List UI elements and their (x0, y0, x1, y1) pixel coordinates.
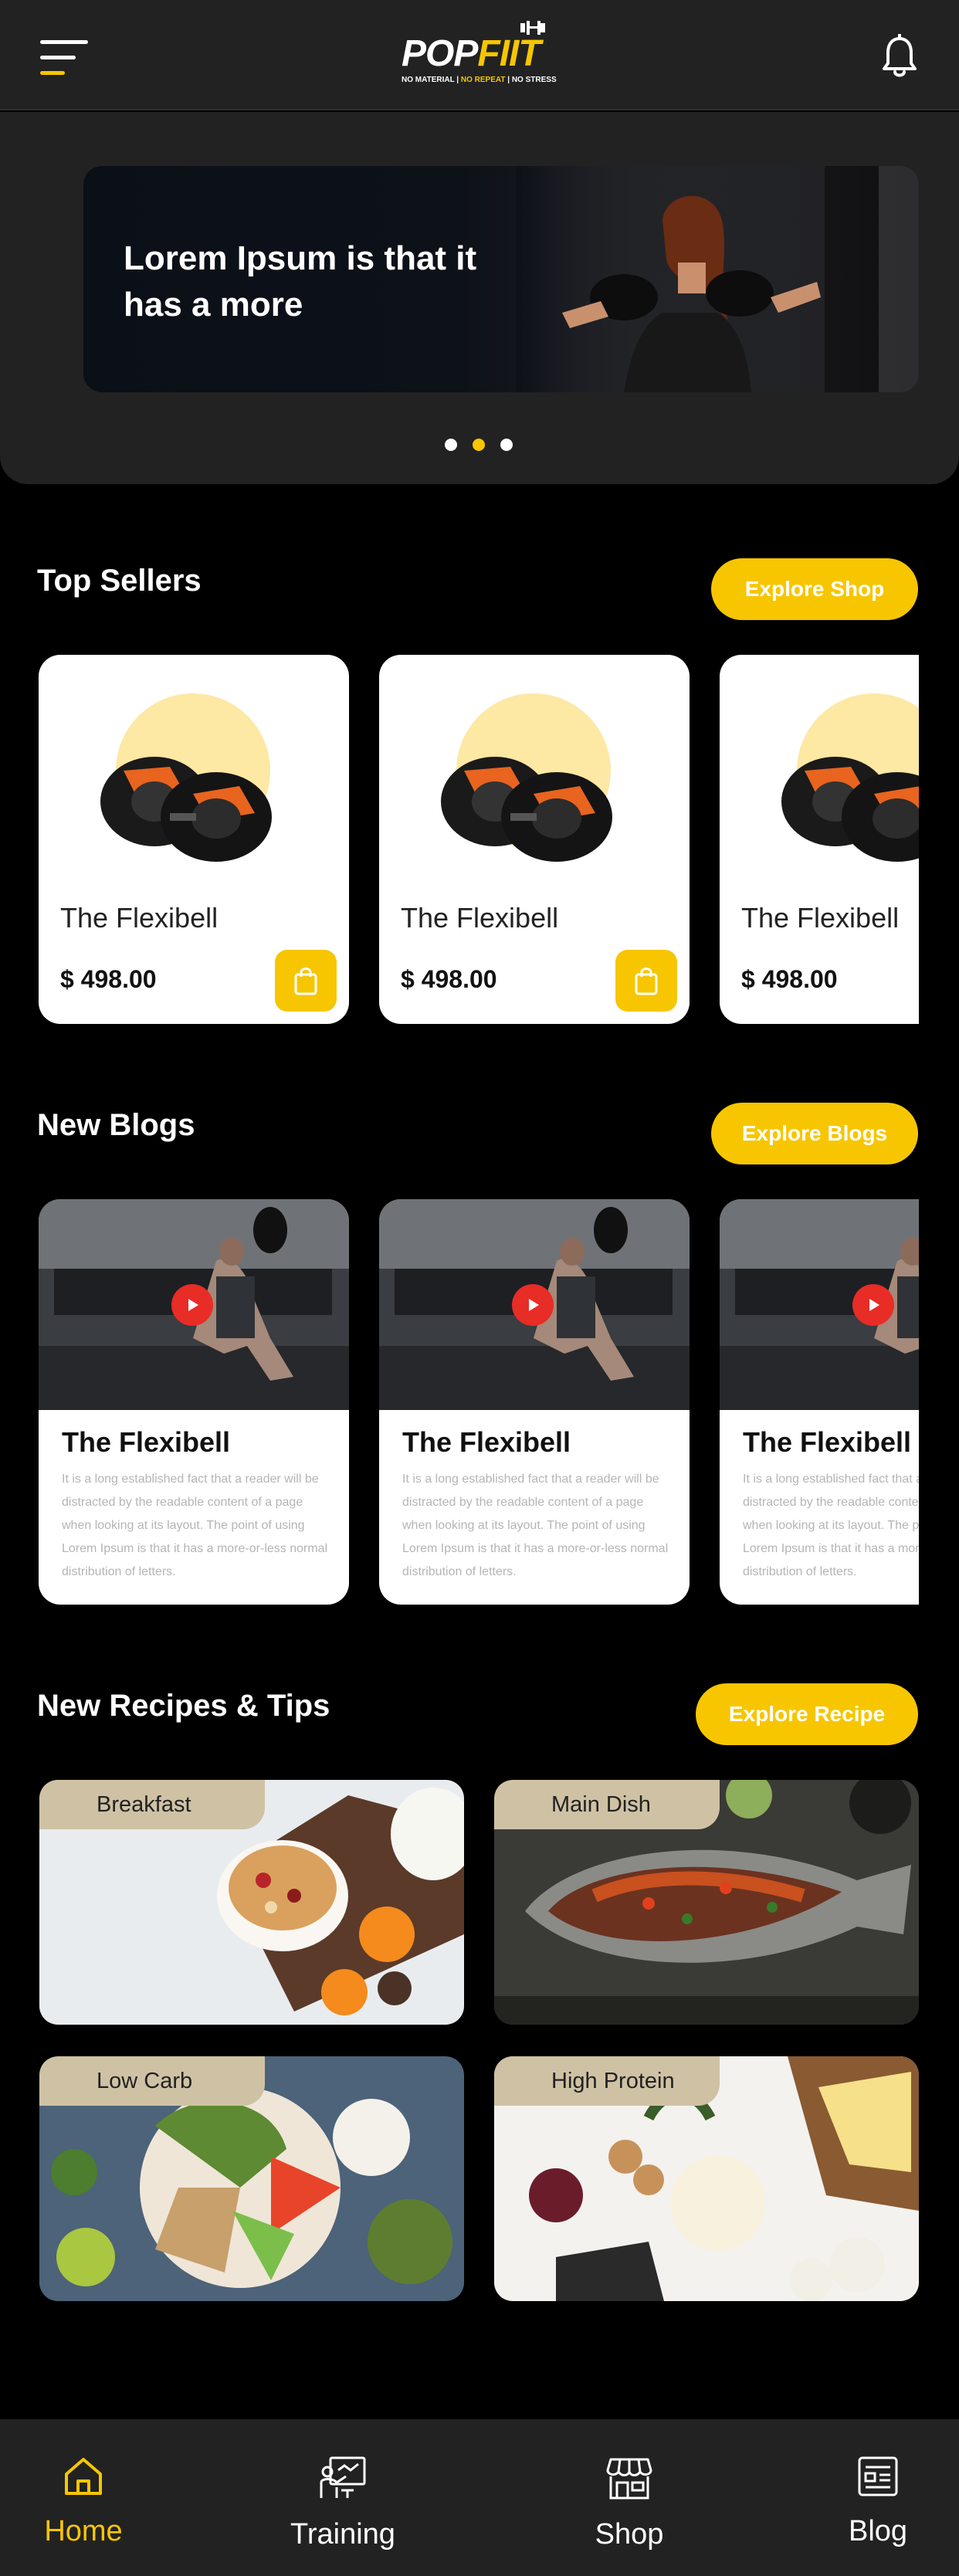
product-price: $ 498.00 (60, 965, 157, 993)
recipe-card-main-dish[interactable]: Main Dish (494, 1780, 919, 2025)
carousel-dots (445, 439, 522, 454)
product-card[interactable]: The Flexibell $ 498.00 (720, 655, 919, 1024)
carousel-dot-3[interactable] (500, 439, 513, 451)
explore-blogs-button[interactable]: Explore Blogs (711, 1103, 918, 1164)
product-card[interactable]: The Flexibell $ 498.00 (39, 655, 349, 1024)
explore-recipe-button[interactable]: Explore Recipe (696, 1683, 918, 1745)
new-blogs-title: New Blogs (37, 1108, 195, 1142)
play-icon (529, 1299, 539, 1311)
blog-title: The Flexibell (62, 1426, 231, 1458)
product-name: The Flexibell (741, 902, 900, 934)
tagline-part-1: NO MATERIAL | (402, 76, 461, 84)
home-icon (65, 2458, 102, 2495)
recipe-tag: High Protein (494, 2056, 720, 2106)
explore-shop-button[interactable]: Explore Shop (711, 558, 918, 620)
recipe-tag: Breakfast (39, 1780, 265, 1829)
blog-excerpt: It is a long established fact that a rea… (743, 1473, 919, 1578)
add-to-cart-button[interactable] (275, 950, 337, 1012)
blog-card[interactable]: The Flexibell It is a long established f… (39, 1199, 349, 1605)
hamburger-menu-icon[interactable] (40, 39, 90, 76)
blog-title: The Flexibell (402, 1426, 571, 1458)
blog-excerpt: It is a long established fact that a rea… (62, 1473, 328, 1578)
blog-icon (858, 2456, 898, 2496)
recipe-card-low-carb[interactable]: Low Carb (39, 2056, 464, 2301)
blog-title: The Flexibell (743, 1426, 912, 1458)
play-button[interactable] (171, 1284, 213, 1326)
play-icon (188, 1299, 198, 1311)
shopping-bag-icon (635, 968, 658, 995)
carousel-dot-1[interactable] (445, 439, 457, 451)
banner-title: Lorem Ipsum is that it has a more (124, 239, 477, 324)
product-carousel[interactable]: The Flexibell $ 498.00 The Flexibell $ 4… (39, 655, 919, 1024)
popfiit-logo: POPFIIT NO MATERIAL | NO REPEAT | NO STR… (402, 19, 564, 92)
product-name: The Flexibell (60, 902, 219, 934)
boxer-photo (516, 166, 919, 392)
nav-item-blog[interactable]: Blog (801, 2453, 955, 2561)
training-icon (320, 2456, 366, 2498)
nav-label: Training (290, 2518, 395, 2551)
product-price: $ 498.00 (401, 965, 497, 993)
blog-card[interactable]: The Flexibell It is a long established f… (720, 1199, 919, 1605)
tagline-part-3: | NO STRESS (505, 76, 557, 84)
top-sellers-title: Top Sellers (37, 564, 202, 598)
logo-word-fiit: FIIT (477, 33, 540, 74)
dumbbell-image (781, 757, 919, 862)
add-to-cart-button[interactable] (615, 950, 677, 1012)
nav-item-training[interactable]: Training (266, 2453, 420, 2561)
play-icon (869, 1299, 879, 1311)
recipe-tag: Low Carb (39, 2056, 265, 2106)
app-header: POPFIIT NO MATERIAL | NO REPEAT | NO STR… (0, 0, 959, 110)
new-recipes-title: New Recipes & Tips (37, 1689, 330, 1723)
hero-section: Lorem Ipsum is that it has a more (0, 112, 959, 484)
blog-excerpt: It is a long established fact that a rea… (402, 1473, 669, 1578)
nav-label: Blog (848, 2515, 908, 2547)
shop-icon (606, 2458, 652, 2500)
tagline-part-2: NO REPEAT (460, 76, 506, 84)
play-button[interactable] (512, 1284, 554, 1326)
play-button[interactable] (852, 1284, 894, 1326)
promo-banner[interactable]: Lorem Ipsum is that it has a more (83, 166, 919, 392)
product-card[interactable]: The Flexibell $ 498.00 (379, 655, 690, 1024)
dumbbell-image (441, 757, 612, 862)
nav-label: Shop (595, 2518, 664, 2551)
nav-item-home[interactable]: Home (6, 2453, 161, 2561)
recipe-card-breakfast[interactable]: Breakfast (39, 1780, 464, 2025)
shopping-bag-icon (294, 968, 317, 995)
recipe-tag: Main Dish (494, 1780, 720, 1829)
bottom-navigation: Home Training Shop Blog (0, 2419, 959, 2576)
logo-word-pop: POP (402, 33, 478, 74)
dumbbell-image (100, 757, 272, 862)
nav-item-shop[interactable]: Shop (552, 2453, 707, 2561)
product-price: $ 498.00 (741, 965, 838, 993)
nav-label: Home (44, 2515, 123, 2547)
logo-tagline: NO MATERIAL | NO REPEAT | NO STRESS (402, 76, 557, 84)
blog-carousel[interactable]: The Flexibell It is a long established f… (39, 1199, 919, 1605)
carousel-dot-2[interactable] (473, 439, 485, 451)
product-name: The Flexibell (401, 902, 559, 934)
recipe-card-high-protein[interactable]: High Protein (494, 2056, 919, 2301)
blog-card[interactable]: The Flexibell It is a long established f… (379, 1199, 690, 1605)
bell-icon[interactable] (880, 34, 919, 80)
